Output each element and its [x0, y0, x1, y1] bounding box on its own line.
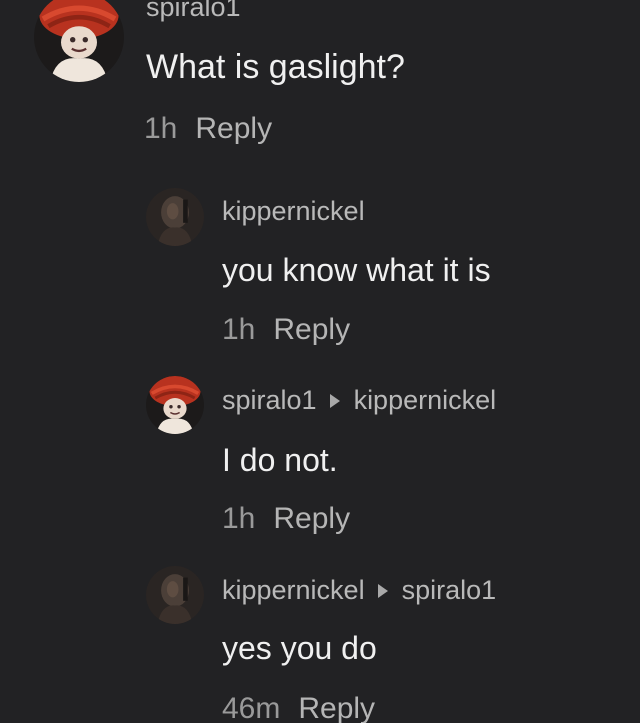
avatar-red-hat-icon [34, 0, 124, 82]
reply-button[interactable]: Reply [273, 313, 350, 347]
comment-meta: 1h Reply [144, 112, 272, 146]
avatar[interactable] [146, 376, 204, 434]
caret-right-icon [329, 393, 340, 408]
caret-right-icon [377, 583, 388, 598]
comment-timestamp: 1h [222, 313, 256, 346]
comment-text: yes you do [222, 630, 377, 666]
comment-meta: 1h Reply [222, 502, 350, 536]
comment-text: you know what it is [222, 252, 491, 288]
avatar[interactable] [146, 188, 204, 246]
comment-timestamp: 1h [144, 112, 178, 145]
avatar[interactable] [146, 566, 204, 624]
author-name[interactable]: spiralo1 [222, 385, 317, 416]
comment-username: kippernickel spiralo1 [222, 575, 496, 606]
avatar-red-hat-icon [146, 376, 204, 434]
avatar[interactable] [34, 0, 124, 82]
comment-meta: 1h Reply [222, 313, 350, 347]
comment-text: What is gaslight? [146, 48, 405, 86]
reply-to-name[interactable]: kippernickel [354, 385, 497, 416]
reply-button[interactable]: Reply [273, 502, 350, 536]
reply-button[interactable]: Reply [195, 112, 272, 146]
reply-button[interactable]: Reply [298, 692, 375, 723]
comment-meta: 46m Reply [222, 692, 375, 723]
reply-to-name[interactable]: spiralo1 [402, 575, 497, 606]
comment-timestamp: 46m [222, 692, 281, 723]
comment-username[interactable]: kippernickel [222, 196, 365, 227]
avatar-dark-icon [146, 188, 204, 246]
comment-text: I do not. [222, 442, 338, 478]
avatar-dark-icon [146, 566, 204, 624]
comment-timestamp: 1h [222, 502, 256, 535]
comment-username: spiralo1 kippernickel [222, 385, 496, 416]
author-name[interactable]: kippernickel [222, 575, 365, 606]
comment-username[interactable]: spiralo1 [146, 0, 241, 23]
